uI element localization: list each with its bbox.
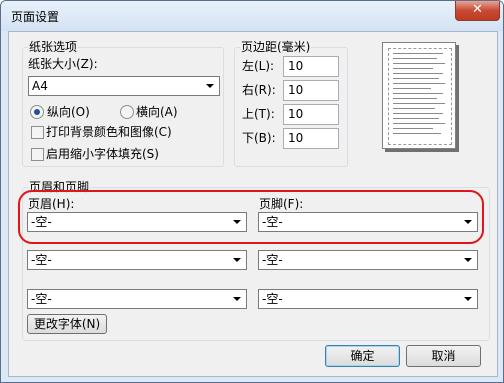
- shrink-to-fit-label[interactable]: 启用缩小字体填充(S): [46, 147, 159, 161]
- footer-right-value: -空-: [262, 292, 283, 306]
- cancel-button[interactable]: 取消: [406, 345, 481, 367]
- landscape-label[interactable]: 横向(A): [136, 105, 178, 119]
- portrait-radio[interactable]: [30, 105, 44, 119]
- change-font-button[interactable]: 更改字体(N): [27, 314, 107, 334]
- title-bar[interactable]: 页面设置 ✕: [1, 1, 503, 31]
- chevron-down-icon: [233, 297, 241, 301]
- margin-left-label: 左(L):: [242, 59, 275, 73]
- margin-left-value: 10: [288, 59, 304, 73]
- footer-center-value: -空-: [262, 253, 283, 267]
- footer-right-select[interactable]: -空-: [258, 289, 478, 309]
- paper-options-label: 纸张选项: [28, 40, 79, 54]
- margin-top-label: 上(T):: [242, 107, 275, 121]
- margin-bottom-label: 下(B):: [242, 131, 276, 145]
- paper-size-select[interactable]: A4: [28, 76, 220, 96]
- margin-right-value: 10: [288, 83, 304, 97]
- print-background-checkbox[interactable]: [31, 126, 44, 139]
- margin-top-input[interactable]: 10: [283, 104, 339, 125]
- margin-bottom-value: 10: [288, 131, 304, 145]
- chevron-down-icon: [206, 84, 214, 88]
- footer-center-select[interactable]: -空-: [258, 250, 478, 270]
- annotation-highlight: [18, 190, 484, 244]
- margins-label: 页边距(毫米): [240, 40, 312, 54]
- margin-left-input[interactable]: 10: [283, 56, 339, 77]
- margin-bottom-input[interactable]: 10: [283, 128, 339, 149]
- dialog-title: 页面设置: [11, 10, 60, 24]
- header-right-value: -空-: [31, 292, 52, 306]
- header-center-select[interactable]: -空-: [27, 250, 247, 270]
- chevron-down-icon: [464, 297, 472, 301]
- close-icon[interactable]: ✕: [472, 2, 483, 17]
- chevron-down-icon: [464, 258, 472, 262]
- page-preview-margins: [388, 48, 452, 145]
- shrink-to-fit-checkbox[interactable]: [31, 148, 44, 161]
- close-button[interactable]: ✕: [455, 1, 500, 21]
- paper-size-label: 纸张大小(Z):: [28, 57, 98, 71]
- page-setup-dialog: 页面设置 ✕ 纸张选项 纸张大小(Z): A4 纵向(O) 横向(A) 打印背景…: [0, 0, 504, 383]
- landscape-radio[interactable]: [120, 105, 134, 119]
- paper-size-value: A4: [32, 79, 48, 93]
- portrait-label[interactable]: 纵向(O): [47, 105, 90, 119]
- margin-right-label: 右(R):: [242, 83, 276, 97]
- chevron-down-icon: [233, 258, 241, 262]
- header-right-select[interactable]: -空-: [27, 289, 247, 309]
- ok-button[interactable]: 确定: [325, 345, 400, 367]
- print-background-label[interactable]: 打印背景颜色和图像(C): [46, 125, 172, 139]
- margin-top-value: 10: [288, 107, 304, 121]
- page-preview: [382, 42, 456, 149]
- margin-right-input[interactable]: 10: [283, 80, 339, 101]
- header-center-value: -空-: [31, 253, 52, 267]
